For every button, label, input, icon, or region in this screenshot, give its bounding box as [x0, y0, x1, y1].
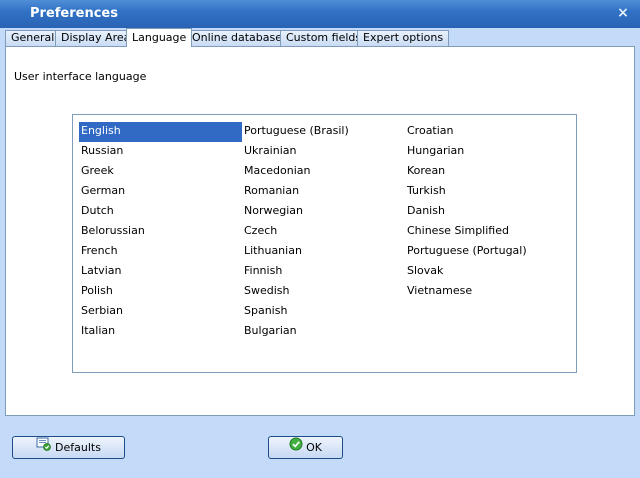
tab-display-area[interactable]: Display Area [55, 30, 137, 46]
language-option[interactable]: Hungarian [405, 142, 568, 162]
language-option[interactable]: Slovak [405, 262, 568, 282]
tab-online-databases[interactable]: Online databases [186, 30, 294, 46]
language-option[interactable]: German [79, 182, 242, 202]
language-option[interactable]: Russian [79, 142, 242, 162]
language-column-3: Croatian Hungarian Korean Turkish Danish… [405, 122, 568, 302]
language-option[interactable]: Ukrainian [242, 142, 405, 162]
language-option[interactable]: Swedish [242, 282, 405, 302]
language-option[interactable]: Portuguese (Brasil) [242, 122, 405, 142]
language-option[interactable]: Romanian [242, 182, 405, 202]
language-option[interactable]: Korean [405, 162, 568, 182]
defaults-button[interactable]: Defaults [12, 436, 125, 459]
language-column-1: English Russian Greek German Dutch Belor… [79, 122, 242, 342]
tab-general[interactable]: General [5, 30, 61, 46]
language-option[interactable]: Spanish [242, 302, 405, 322]
language-option[interactable]: Czech [242, 222, 405, 242]
language-option[interactable]: Chinese Simplified [405, 222, 568, 242]
tab-custom-fields[interactable]: Custom fields [280, 30, 368, 46]
tab-strip: General Display Area Language Online dat… [5, 28, 635, 47]
language-option[interactable]: Serbian [79, 302, 242, 322]
language-option[interactable]: Danish [405, 202, 568, 222]
language-option[interactable]: Macedonian [242, 162, 405, 182]
defaults-icon [36, 437, 52, 458]
language-list[interactable]: English Russian Greek German Dutch Belor… [72, 114, 577, 373]
language-option[interactable]: Croatian [405, 122, 568, 142]
language-option[interactable]: Dutch [79, 202, 242, 222]
ok-button[interactable]: OK [268, 436, 343, 459]
title-bar[interactable]: Preferences × [0, 0, 640, 28]
language-option[interactable]: Bulgarian [242, 322, 405, 342]
language-option[interactable]: Turkish [405, 182, 568, 202]
checkmark-icon [289, 437, 303, 458]
close-icon[interactable]: × [616, 6, 630, 20]
language-option[interactable]: Norwegian [242, 202, 405, 222]
defaults-label: Defaults [55, 441, 101, 454]
tab-language[interactable]: Language [126, 28, 193, 47]
language-column-2: Portuguese (Brasil) Ukrainian Macedonian… [242, 122, 405, 342]
language-option[interactable]: Vietnamese [405, 282, 568, 302]
interface-language-label: User interface language [14, 70, 147, 83]
language-option[interactable]: French [79, 242, 242, 262]
language-option[interactable]: Portuguese (Portugal) [405, 242, 568, 262]
ok-label: OK [306, 441, 322, 454]
tab-expert-options[interactable]: Expert options [357, 30, 450, 46]
language-panel: User interface language English Russian … [5, 46, 635, 416]
preferences-window: Preferences × General Display Area Langu… [0, 0, 640, 478]
language-option[interactable]: Lithuanian [242, 242, 405, 262]
language-option[interactable]: Finnish [242, 262, 405, 282]
language-option[interactable]: Italian [79, 322, 242, 342]
language-option-english[interactable]: English [79, 122, 242, 142]
language-option[interactable]: Greek [79, 162, 242, 182]
language-option[interactable]: Polish [79, 282, 242, 302]
language-option[interactable]: Latvian [79, 262, 242, 282]
window-title: Preferences [30, 6, 118, 21]
language-option[interactable]: Belorussian [79, 222, 242, 242]
